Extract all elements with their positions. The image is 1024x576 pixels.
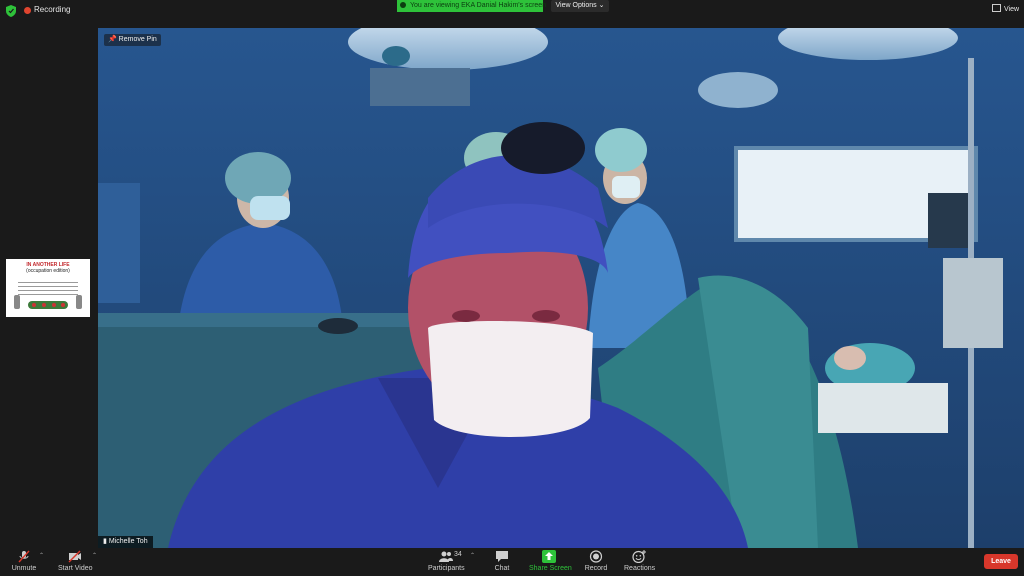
microphone-muted-icon [18,550,30,563]
video-camera-off-icon [68,550,81,563]
top-bar: Recording You are viewing EKA Danial Hak… [0,0,1024,22]
leave-button[interactable]: Leave [984,554,1018,569]
share-screen-button[interactable]: Share Screen [529,548,572,576]
participants-button[interactable]: 34 Participants [428,548,465,576]
view-button[interactable]: View [992,4,1019,13]
unmute-button[interactable]: Unmute [10,548,38,576]
thumbnail-figure-right [76,295,82,309]
view-label: View [1004,6,1020,13]
main-video: 📌 Remove Pin ▮ Michelle Toh [98,28,1024,548]
shared-screen-thumbnail[interactable]: IN ANOTHER LIFE (occupation edition) [6,259,90,317]
chevron-down-icon: ⌄ [598,2,605,9]
audio-options-caret-icon[interactable]: ⌃ [39,552,44,559]
participants-count: 34 [454,551,462,558]
remove-pin-label: Remove Pin [118,36,157,43]
start-video-button[interactable]: Start Video [58,548,93,576]
record-label: Record [584,565,608,572]
thumbnail-text-lines [18,279,78,295]
reactions-label: Reactions [624,565,656,572]
thumbnail-subtitle: (occupation edition) [26,268,70,274]
chat-label: Chat [494,565,510,572]
thumbnail-wreath [28,301,68,309]
signal-bars-icon: ▮ [103,538,107,545]
view-options-label: View Options [555,2,597,9]
chat-icon [496,551,508,562]
participants-caret-icon[interactable]: ⌃ [470,552,475,559]
participants-icon [439,551,453,562]
video-scene [98,28,1024,548]
thumbnail-figure-left [14,295,20,309]
share-screen-label: Share Screen [529,565,572,572]
start-video-label: Start Video [58,565,93,572]
reactions-smiley-icon [632,550,646,563]
viewing-banner-text: You are viewing EKA Danial Hakim's scree… [410,2,547,9]
record-button[interactable]: Record [584,548,608,576]
remove-pin-button[interactable]: 📌 Remove Pin [104,34,161,46]
record-icon [589,550,603,563]
viewing-banner: You are viewing EKA Danial Hakim's scree… [397,0,547,12]
participants-label: Participants [428,565,465,572]
recording-icon [24,7,31,14]
share-screen-icon [542,550,556,563]
unmute-label: Unmute [11,565,37,572]
video-options-caret-icon[interactable]: ⌃ [92,552,97,559]
screen-share-icon [400,2,406,8]
pin-icon: 📌 [108,36,117,43]
grid-view-icon [992,4,1001,12]
view-options-button[interactable]: View Options ⌄ [551,0,609,12]
recording-label: Recording [34,5,71,14]
speaker-name: Michelle Toh [108,538,148,545]
bottom-toolbar: Unmute ⌃ Start Video ⌃ 34 Participants ⌃… [0,548,1024,576]
speaker-name-tag: ▮ Michelle Toh [98,536,153,548]
reactions-button[interactable]: Reactions [624,548,656,576]
shield-icon[interactable] [6,5,16,17]
chat-button[interactable]: Chat [490,548,514,576]
